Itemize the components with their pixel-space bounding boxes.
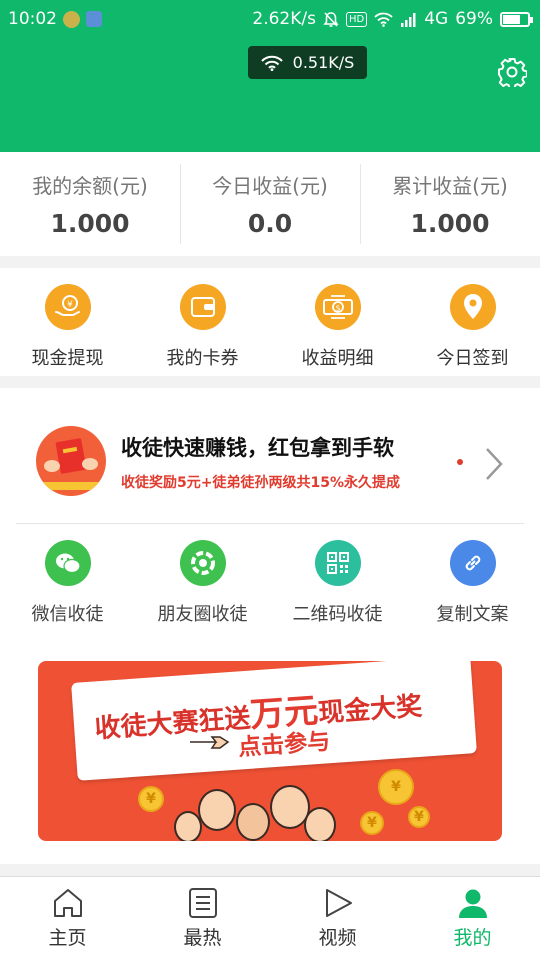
daily-checkin-button[interactable]: 今日签到: [405, 268, 540, 376]
tab-label: 主页: [48, 927, 87, 949]
tab-label: 最热: [183, 927, 222, 949]
invite-channels: 微信收徒 朋友圈收徒 二维码收徒 复制文案: [0, 524, 540, 634]
invite-promo[interactable]: 收徒快速赚钱，红包拿到手软 收徒奖励5元+徒弟徒孙两级共15%永久提成: [0, 388, 540, 522]
tab-mine[interactable]: 我的: [405, 877, 540, 960]
action-label: 我的卡券: [166, 348, 239, 369]
banner-cta: 点击参与: [237, 728, 332, 762]
total-income-stat[interactable]: 累计收益(元) 1.000: [360, 152, 540, 256]
gear-icon[interactable]: [497, 57, 527, 87]
promo-title: 收徒快速赚钱，红包拿到手软: [121, 436, 394, 460]
today-income-stat[interactable]: 今日收益(元) 0.0: [180, 152, 360, 256]
battery-fill: [503, 14, 520, 24]
cartoon-person-illustration: [304, 807, 336, 841]
chevron-right-icon: [486, 448, 503, 480]
stat-value: 1.000: [410, 209, 490, 238]
battery-icon: [500, 11, 533, 27]
action-label: 收益明细: [301, 348, 374, 369]
coin-icon: ¥: [360, 811, 384, 835]
network-speed: 2.62K/s: [252, 9, 316, 29]
red-envelope-illustration: [36, 426, 106, 496]
moments-icon: [179, 540, 226, 586]
stat-value: 0.0: [247, 209, 293, 238]
wifi-speed: 0.51K/S: [292, 53, 355, 72]
network-type: 4G: [424, 9, 449, 29]
person-icon: [458, 889, 487, 918]
share-label: 朋友圈收徒: [157, 604, 248, 625]
svg-text:$: $: [335, 304, 340, 313]
tab-video[interactable]: 视频: [270, 877, 405, 960]
cartoon-person-illustration: [174, 811, 202, 841]
pointing-hand-icon: [190, 736, 230, 749]
stat-label: 我的余额(元): [32, 174, 148, 198]
header: 10:02 2.62K/s HD 4G 69% 0.51K/S: [0, 0, 540, 152]
battery-percent: 69%: [455, 9, 493, 29]
cartoon-person-illustration: [236, 803, 270, 841]
location-pin-icon: [449, 284, 496, 330]
balance-stat[interactable]: 我的余额(元) 1.000: [0, 152, 180, 256]
promo-subtitle: 收徒奖励5元+徒弟徒孙两级共15%永久提成: [121, 475, 400, 491]
share-label: 微信收徒: [31, 604, 104, 625]
stat-value: 1.000: [50, 209, 130, 238]
clock: 10:02: [8, 9, 57, 29]
moments-invite-button[interactable]: 朋友圈收徒: [135, 524, 270, 634]
tab-label: 视频: [318, 927, 357, 949]
tab-label: 我的: [453, 927, 492, 949]
action-label: 现金提现: [31, 348, 104, 369]
home-icon: [53, 889, 82, 917]
notification-scan-icon: [86, 11, 102, 27]
contest-banner[interactable]: 收徒大赛狂送万元现金大奖 点击参与 ¥ ¥ ¥ ¥: [38, 661, 502, 841]
link-icon: [449, 540, 496, 586]
tab-home[interactable]: 主页: [0, 877, 135, 960]
signal-icon: [401, 12, 416, 27]
cartoon-person-illustration: [198, 789, 236, 831]
qrcode-icon: [314, 540, 361, 586]
action-label: 今日签到: [436, 348, 509, 369]
banner-headline-suffix: 现金大奖: [317, 691, 424, 729]
cash-withdraw-button[interactable]: ¥ 现金提现: [0, 268, 135, 376]
bottom-nav: 主页 最热 视频 我的: [0, 876, 540, 960]
wallet-icon: [179, 284, 226, 330]
income-detail-button[interactable]: $ 收益明细: [270, 268, 405, 376]
coin-icon: ¥: [378, 769, 414, 805]
stat-label: 累计收益(元): [392, 174, 508, 198]
hd-badge: HD: [345, 11, 368, 27]
list-icon: [188, 888, 217, 918]
quick-actions: ¥ 现金提现 我的卡券 $ 收益明细 今日签到: [0, 268, 540, 376]
wechat-icon: [44, 540, 91, 586]
status-bar: 10:02 2.62K/s HD 4G 69%: [0, 0, 540, 38]
share-label: 复制文案: [436, 604, 509, 625]
tab-hot[interactable]: 最热: [135, 877, 270, 960]
stat-label: 今日收益(元): [212, 174, 328, 198]
wifi-speed-pill[interactable]: 0.51K/S: [248, 46, 367, 79]
earnings-summary: 我的余额(元) 1.000 今日收益(元) 0.0 累计收益(元) 1.000: [0, 152, 540, 256]
cash-withdraw-icon: ¥: [44, 284, 91, 330]
svg-text:¥: ¥: [67, 300, 73, 310]
wifi-icon: [260, 55, 283, 71]
coin-icon: ¥: [408, 806, 430, 828]
my-coupons-button[interactable]: 我的卡券: [135, 268, 270, 376]
mute-bell-icon: [323, 11, 339, 27]
copy-text-button[interactable]: 复制文案: [405, 524, 540, 634]
unread-dot: [457, 459, 463, 465]
invite-section: 收徒快速赚钱，红包拿到手软 收徒奖励5元+徒弟徒孙两级共15%永久提成 微信收徒…: [0, 388, 540, 864]
notification-app-icon: [63, 10, 80, 28]
play-icon: [325, 889, 352, 917]
qrcode-invite-button[interactable]: 二维码收徒: [270, 524, 405, 634]
income-detail-icon: $: [314, 284, 361, 330]
wechat-invite-button[interactable]: 微信收徒: [0, 524, 135, 634]
share-label: 二维码收徒: [292, 604, 383, 625]
wifi-status-icon: [374, 12, 393, 27]
coin-icon: ¥: [138, 786, 164, 812]
